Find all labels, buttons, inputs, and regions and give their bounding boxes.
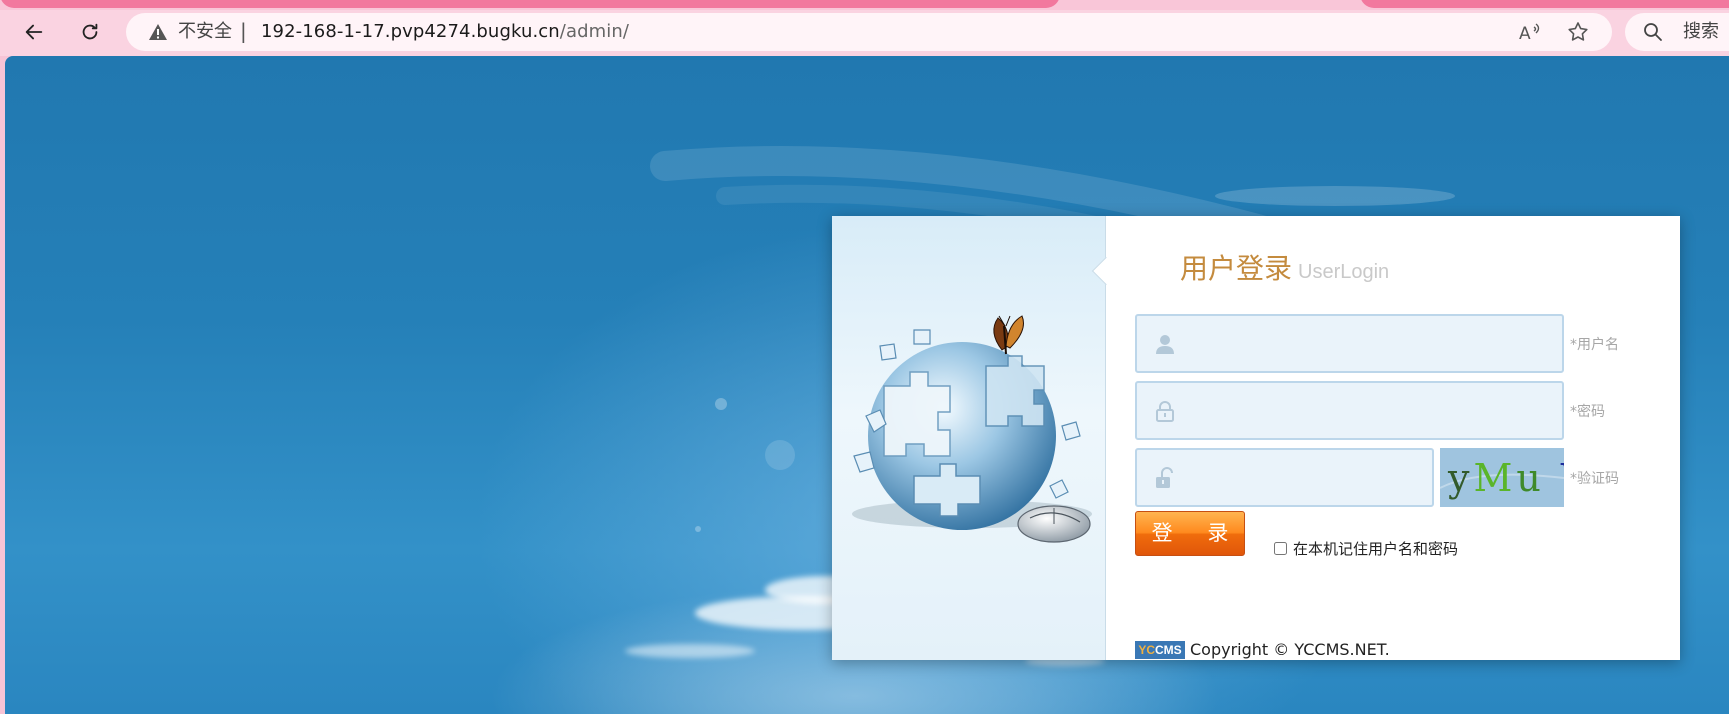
lock-icon bbox=[1156, 401, 1174, 422]
unlock-icon bbox=[1156, 467, 1173, 488]
captcha-image[interactable]: yMu V bbox=[1440, 448, 1564, 507]
url-host: 192-168-1-17.pvp4274.bugku.cn bbox=[261, 21, 560, 42]
security-status[interactable]: 不安全 bbox=[178, 22, 232, 42]
browser-toolbar: 不安全 | 192-168-1-17.pvp4274.bugku.cn/admi… bbox=[0, 10, 1729, 56]
bokeh-light bbox=[715, 398, 727, 410]
tab-other[interactable] bbox=[1360, 0, 1729, 8]
password-hint: *密码 bbox=[1570, 404, 1605, 420]
user-icon bbox=[1156, 335, 1174, 354]
panel-footer: YCCMS Copyright © YCCMS.NET. bbox=[1135, 640, 1390, 659]
password-input[interactable] bbox=[1187, 389, 1554, 432]
yccms-logo: YCCMS bbox=[1135, 640, 1185, 659]
copyright-text: Copyright © YCCMS.NET. bbox=[1190, 640, 1390, 659]
bokeh-light bbox=[765, 440, 795, 470]
login-panel: 用户登录UserLogin *用户名 *密码 yMu V *验证码 登 录 在本… bbox=[832, 216, 1680, 660]
captcha-text: yMu V bbox=[1448, 456, 1564, 500]
captcha-input[interactable] bbox=[1187, 456, 1424, 499]
captcha-hint: *验证码 bbox=[1570, 471, 1619, 487]
address-separator: | bbox=[240, 19, 247, 43]
search-label: 搜索 bbox=[1683, 21, 1719, 42]
login-button[interactable]: 登 录 bbox=[1135, 511, 1245, 556]
remember-me[interactable]: 在本机记住用户名和密码 bbox=[1274, 538, 1458, 559]
search-box[interactable]: 搜索 bbox=[1625, 13, 1729, 51]
remember-label: 在本机记住用户名和密码 bbox=[1293, 540, 1459, 558]
read-aloud-icon[interactable]: A bbox=[1518, 21, 1542, 43]
captcha-field[interactable] bbox=[1135, 448, 1434, 507]
reload-button[interactable] bbox=[72, 14, 108, 50]
puzzle-globe-illustration bbox=[852, 315, 1092, 543]
login-title: 用户登录 UserLogin bbox=[1180, 252, 1389, 290]
warning-icon[interactable] bbox=[148, 22, 168, 42]
panel-illustration bbox=[832, 216, 1106, 660]
page-viewport: 用户登录UserLogin *用户名 *密码 yMu V *验证码 登 录 在本… bbox=[5, 56, 1729, 714]
back-button[interactable] bbox=[16, 14, 52, 50]
username-field[interactable] bbox=[1135, 314, 1564, 373]
username-input[interactable] bbox=[1187, 322, 1554, 365]
username-hint: *用户名 bbox=[1570, 337, 1619, 353]
svg-text:A: A bbox=[1519, 24, 1531, 43]
password-field[interactable] bbox=[1135, 381, 1564, 440]
tab-active[interactable] bbox=[0, 0, 1060, 8]
search-icon bbox=[1644, 23, 1662, 41]
url-path: /admin/ bbox=[559, 21, 630, 42]
url-text[interactable]: 192-168-1-17.pvp4274.bugku.cn/admin/ bbox=[261, 22, 629, 42]
tab-strip bbox=[0, 0, 1729, 10]
login-title-en: UserLogin bbox=[1298, 261, 1390, 283]
remember-checkbox[interactable] bbox=[1274, 542, 1287, 555]
address-bar[interactable]: 不安全 | 192-168-1-17.pvp4274.bugku.cn/admi… bbox=[126, 13, 1612, 51]
back-arrow-icon bbox=[25, 24, 43, 40]
cloud bbox=[625, 644, 755, 658]
star-icon[interactable] bbox=[1566, 20, 1590, 44]
reload-icon bbox=[82, 23, 98, 40]
bokeh-light bbox=[695, 526, 701, 532]
login-title-cn: 用户登录 bbox=[1180, 252, 1293, 285]
